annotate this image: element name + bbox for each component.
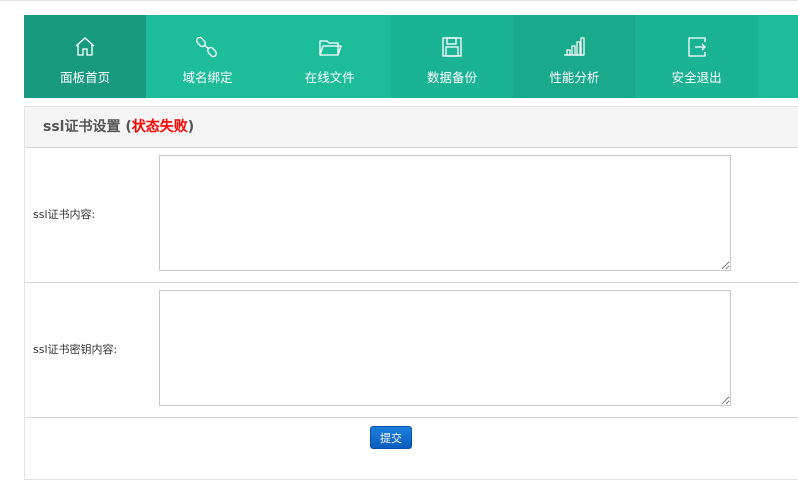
nav-label: 在线文件: [304, 70, 355, 85]
cert-row: ssl证书内容:: [25, 148, 798, 283]
paren-close: ): [187, 119, 195, 135]
key-label: ssl证书密钥内容:: [33, 343, 118, 356]
signal-bars-icon: [564, 37, 585, 56]
cert-textarea[interactable]: [159, 155, 731, 271]
nav-item-logout[interactable]: 安全退出: [635, 15, 758, 98]
key-row: ssl证书密钥内容:: [25, 283, 798, 418]
key-textarea[interactable]: [159, 290, 731, 406]
nav-item-backup[interactable]: 数据备份: [390, 15, 514, 98]
top-nav: 面板首页 域名绑定 在线文件 数据备份 性能分析 安全退出: [24, 15, 798, 98]
nav-label: 域名绑定: [182, 70, 233, 85]
link-icon: [196, 36, 218, 58]
nav-label: 面板首页: [60, 70, 111, 85]
top-divider: [0, 0, 798, 1]
nav-item-domain[interactable]: 域名绑定: [146, 15, 268, 98]
logout-icon: [687, 37, 706, 57]
form-footer: 提交: [25, 418, 798, 478]
save-icon: [442, 37, 462, 57]
folder-icon: [319, 40, 342, 56]
nav-label: 性能分析: [549, 70, 600, 85]
panel-header: ssl证书设置 (状态失败): [25, 107, 798, 148]
nav-label: 安全退出: [671, 70, 722, 85]
paren-open: (: [120, 119, 132, 135]
nav-item-home[interactable]: 面板首页: [24, 15, 147, 98]
panel-title: ssl证书设置: [43, 119, 121, 135]
status-text: 状态失败: [131, 119, 188, 135]
nav-label: 数据备份: [427, 70, 478, 85]
nav-item-performance[interactable]: 性能分析: [513, 15, 636, 98]
ssl-settings-panel: ssl证书设置 (状态失败) ssl证书内容: ssl证书密钥内容: 提交: [24, 106, 798, 480]
submit-button[interactable]: 提交: [370, 426, 412, 449]
home-icon: [75, 37, 95, 56]
cert-label: ssl证书内容:: [33, 208, 96, 221]
nav-item-files[interactable]: 在线文件: [269, 15, 391, 98]
